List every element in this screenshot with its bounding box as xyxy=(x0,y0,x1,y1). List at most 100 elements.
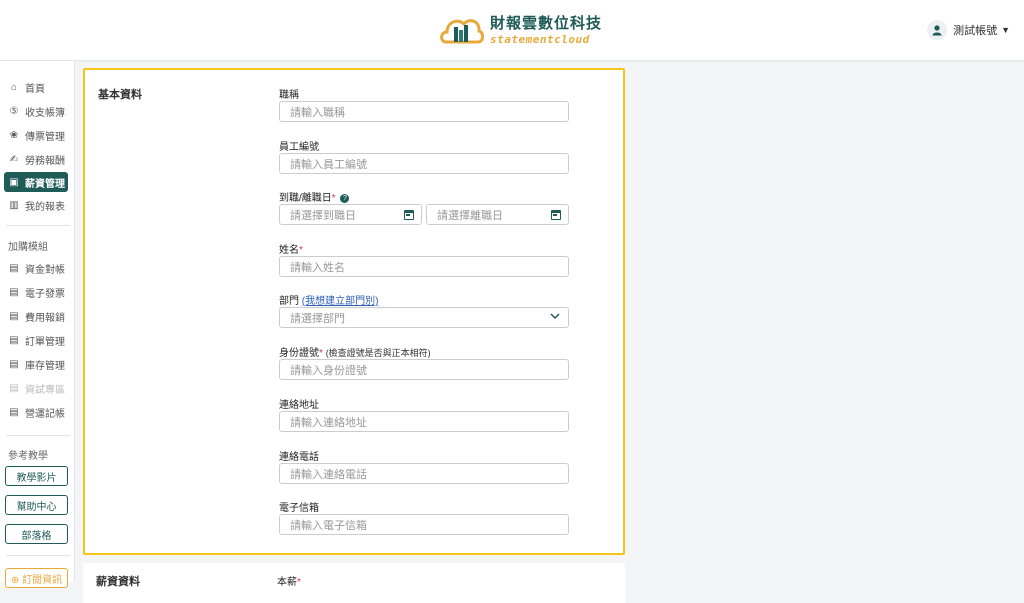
help-center-button[interactable]: 幫助中心 xyxy=(5,495,68,515)
sidebar-item-payroll[interactable]: ▣ 薪資管理 xyxy=(4,172,68,192)
job-title-input[interactable]: 請輸入職稱 xyxy=(279,101,569,122)
id-number-input[interactable]: 請輸入身份證號 xyxy=(279,359,569,380)
label-text: 本薪 xyxy=(277,577,297,588)
label-text: 姓名 xyxy=(279,245,299,256)
subscription-info-button[interactable]: ⊕ 訂閱資訊 xyxy=(5,568,68,588)
calendar-icon xyxy=(551,209,561,220)
id-number-label: 身份證號* (檢查證號是否與正本相符) xyxy=(279,344,431,359)
sidebar-item-label: 資試專區 xyxy=(25,384,65,396)
module-icon: ▤ xyxy=(9,262,19,274)
required-mark: * xyxy=(319,348,323,359)
sidebar-item-service-fees[interactable]: ✍ 勞務報酬 xyxy=(4,149,68,169)
caret-down-icon: ▼ xyxy=(1001,25,1010,35)
chevron-down-icon xyxy=(550,312,560,322)
user-name: 測試帳號 xyxy=(953,25,998,37)
employee-number-label: 員工編號 xyxy=(279,142,319,153)
wallet-icon: ▣ xyxy=(9,176,19,188)
email-input[interactable]: 請輸入電子信箱 xyxy=(279,514,569,535)
sidebar-item-label: 首頁 xyxy=(25,83,45,95)
coin-icon: ⑤ xyxy=(9,105,19,117)
module-icon: ▤ xyxy=(9,286,19,298)
user-menu[interactable]: 測試帳號 ▼ xyxy=(927,20,1010,40)
job-title-label: 職稱 xyxy=(279,90,299,101)
brand-name: 財報雲數位科技 xyxy=(490,14,603,32)
label-text: 部門 xyxy=(279,296,299,307)
sidebar-item-fund-reconcile[interactable]: ▤ 資金對帳 xyxy=(4,258,68,278)
hire-leave-date-label: 到職/離職日* ? xyxy=(279,189,350,204)
sidebar-divider xyxy=(6,555,70,556)
tutorial-videos-button[interactable]: 教學影片 xyxy=(5,466,68,486)
leave-date-picker[interactable]: 請選擇離職日 xyxy=(426,204,569,225)
salary-section-title: 薪資資料 xyxy=(96,576,140,588)
sidebar-item-ledger[interactable]: ⑤ 收支帳簿 xyxy=(4,101,68,121)
sidebar-item-label: 薪資管理 xyxy=(25,178,65,190)
phone-label: 連絡電話 xyxy=(279,452,319,463)
top-bar: 財報雲數位科技 statementcloud 測試帳號 ▼ xyxy=(0,0,1024,61)
sidebar-item-operations[interactable]: ▤ 營運記帳 xyxy=(4,402,68,422)
section-title: 基本資料 xyxy=(98,89,142,101)
module-icon: ▤ xyxy=(9,310,19,322)
sidebar-item-label: 勞務報酬 xyxy=(25,155,65,167)
sidebar-item-reports[interactable]: ▥ 我的報表 xyxy=(4,195,68,215)
blog-button[interactable]: 部落格 xyxy=(5,524,68,544)
sidebar-item-label: 傳票管理 xyxy=(25,131,65,143)
reference-section-label: 參考教學 xyxy=(8,451,48,462)
sidebar-divider xyxy=(6,225,70,226)
home-icon: ⌂ xyxy=(10,81,18,93)
phone-input[interactable]: 請輸入連絡電話 xyxy=(279,463,569,484)
sidebar-item-label: 費用報銷 xyxy=(25,312,65,324)
sidebar-item-e-invoice[interactable]: ▤ 電子發票 xyxy=(4,282,68,302)
sidebar-item-label: 營運記帳 xyxy=(25,408,65,420)
label-text: 到職/離職日 xyxy=(279,193,332,204)
salary-info-card: 薪資資料 本薪* xyxy=(83,563,625,603)
base-salary-label: 本薪* xyxy=(277,573,301,588)
sidebar-item-home[interactable]: ⌂ 首頁 xyxy=(4,77,68,97)
signature-icon: ✍ xyxy=(9,153,19,165)
cloud-logo-icon xyxy=(440,19,484,44)
department-select[interactable]: 請選擇部門 xyxy=(279,307,569,328)
module-icon: ▤ xyxy=(9,382,19,394)
sidebar-item-label: 電子發票 xyxy=(25,288,65,300)
leave-date-placeholder: 請選擇離職日 xyxy=(437,209,503,222)
sidebar-item-label: 收支帳簿 xyxy=(25,107,65,119)
sidebar: ⌂ 首頁 ⑤ 收支帳簿 ❀ 傳票管理 ✍ 勞務報酬 ▣ 薪資管理 ▥ 我的報表 加購模組 ▤… xyxy=(0,61,75,588)
sidebar-item-label: 訂單管理 xyxy=(25,336,65,348)
id-number-hint: (檢查證號是否與正本相符) xyxy=(325,348,431,358)
name-input[interactable]: 請輸入姓名 xyxy=(279,256,569,277)
department-label: 部門 (我想建立部門別) xyxy=(279,292,378,307)
module-icon: ▤ xyxy=(9,334,19,346)
sidebar-item-label: 我的報表 xyxy=(25,201,65,213)
basic-info-card: 基本資料 職稱 請輸入職稱 員工編號 請輸入員工編號 到職/離職日* ? 請選擇… xyxy=(83,68,625,555)
create-department-link[interactable]: (我想建立部門別) xyxy=(302,296,379,307)
required-mark: * xyxy=(331,193,336,204)
sidebar-item-test-zone: ▤ 資試專區 xyxy=(4,378,68,398)
sidebar-divider xyxy=(6,435,70,436)
sidebar-item-label: 庫存管理 xyxy=(25,360,65,372)
user-avatar-icon xyxy=(927,20,948,40)
sidebar-item-expenses[interactable]: ▤ 費用報銷 xyxy=(4,306,68,326)
brand-logo-link[interactable]: 財報雲數位科技 statementcloud xyxy=(438,12,602,48)
sidebar-item-inventory[interactable]: ▤ 庫存管理 xyxy=(4,354,68,374)
voucher-icon: ❀ xyxy=(9,129,19,141)
required-mark: * xyxy=(297,577,301,588)
calendar-icon xyxy=(404,209,414,220)
hire-date-picker[interactable]: 請選擇到職日 xyxy=(279,204,422,225)
department-placeholder: 請選擇部門 xyxy=(290,312,345,325)
address-input[interactable]: 請輸入連絡地址 xyxy=(279,411,569,432)
name-label: 姓名* xyxy=(279,241,303,256)
module-icon: ▤ xyxy=(9,358,19,370)
sidebar-item-orders[interactable]: ▤ 訂單管理 xyxy=(4,330,68,350)
sidebar-item-label: 資金對帳 xyxy=(25,264,65,276)
label-text: 身份證號 xyxy=(279,348,319,359)
module-icon: ▤ xyxy=(9,406,19,418)
required-mark: * xyxy=(299,245,303,256)
help-icon[interactable]: ? xyxy=(340,194,350,203)
addon-section-label: 加購模組 xyxy=(8,242,48,253)
brand-subtitle: statementcloud xyxy=(490,32,590,46)
hire-date-placeholder: 請選擇到職日 xyxy=(290,209,356,222)
email-label: 電子信箱 xyxy=(279,503,319,514)
address-label: 連絡地址 xyxy=(279,400,319,411)
employee-number-input[interactable]: 請輸入員工編號 xyxy=(279,153,569,174)
sidebar-item-vouchers[interactable]: ❀ 傳票管理 xyxy=(4,125,68,145)
bar-chart-icon: ▥ xyxy=(9,199,19,211)
